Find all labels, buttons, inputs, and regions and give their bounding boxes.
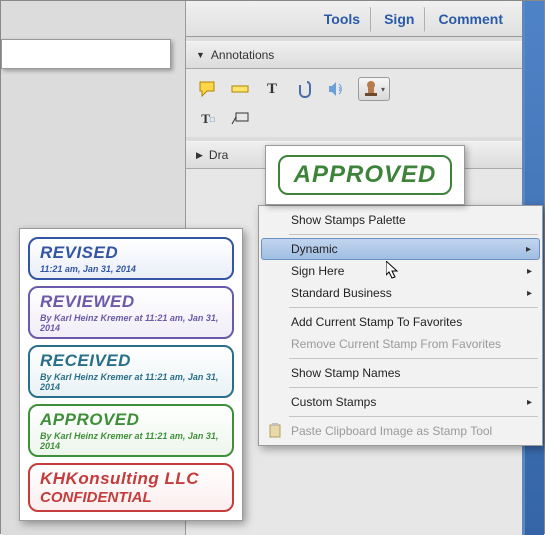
stamp-icon: [363, 80, 379, 98]
stamp-meta: By Karl Heinz Kremer at 11:21 am, Jan 31…: [40, 431, 222, 451]
chevron-down-icon: ▼: [196, 50, 205, 60]
audio-icon[interactable]: [326, 79, 346, 99]
tab-sign[interactable]: Sign: [373, 6, 425, 32]
stamp-meta: 11:21 am, Jan 31, 2014: [40, 264, 222, 274]
stamp-meta: By Karl Heinz Kremer at 11:21 am, Jan 31…: [40, 372, 222, 392]
chevron-right-icon: ▶: [196, 150, 203, 161]
dropdown-arrow-icon: ▾: [381, 85, 385, 94]
stamp-title: RECEIVED: [40, 351, 222, 371]
tab-comment[interactable]: Comment: [427, 6, 514, 32]
document-page: [1, 39, 171, 69]
menu-show-names[interactable]: Show Stamp Names: [261, 362, 540, 384]
menu-paste-clipboard: Paste Clipboard Image as Stamp Tool: [261, 420, 540, 442]
stamp-approved[interactable]: APPROVED By Karl Heinz Kremer at 11:21 a…: [28, 404, 234, 457]
text-callout-icon[interactable]: [230, 109, 250, 129]
stamp-title: KHKonsulting LLC: [40, 469, 222, 489]
section-title: Annotations: [211, 48, 274, 62]
stamp-title: REVIEWED: [40, 292, 222, 312]
highlight-icon[interactable]: [230, 79, 250, 99]
text-box-icon[interactable]: T□: [198, 109, 218, 129]
dynamic-stamps-submenu: REVISED 11:21 am, Jan 31, 2014 REVIEWED …: [19, 228, 243, 521]
menu-sign-here[interactable]: Sign Here: [261, 260, 540, 282]
stamp-meta: By Karl Heinz Kremer at 11:21 am, Jan 31…: [40, 313, 222, 333]
stamp-confidential[interactable]: KHKonsulting LLC CONFIDENTIAL: [28, 463, 234, 512]
menu-custom-stamps[interactable]: Custom Stamps: [261, 391, 540, 413]
stamp-title: APPROVED: [40, 410, 222, 430]
menu-standard-business[interactable]: Standard Business: [261, 282, 540, 304]
stamp-dropdown-menu: Show Stamps Palette Dynamic Sign Here St…: [258, 205, 543, 446]
approved-stamp-preview: APPROVED: [278, 155, 453, 195]
stamp-received[interactable]: RECEIVED By Karl Heinz Kremer at 11:21 a…: [28, 345, 234, 398]
pane-tabs: Tools Sign Comment: [186, 1, 522, 37]
annotation-tools-row1: T ▾: [186, 69, 522, 109]
menu-paste-label: Paste Clipboard Image as Stamp Tool: [291, 424, 492, 438]
stamp-meta: CONFIDENTIAL: [40, 489, 222, 506]
menu-dynamic[interactable]: Dynamic: [261, 238, 540, 260]
stamp-title: REVISED: [40, 243, 222, 263]
attach-file-icon[interactable]: [294, 79, 314, 99]
stamp-tool-button[interactable]: ▾: [358, 77, 390, 101]
tab-tools[interactable]: Tools: [313, 6, 371, 32]
stamp-preview-flyout: APPROVED: [265, 145, 465, 205]
section-annotations[interactable]: ▼ Annotations: [186, 41, 522, 69]
stamp-revised[interactable]: REVISED 11:21 am, Jan 31, 2014: [28, 237, 234, 280]
menu-show-palette[interactable]: Show Stamps Palette: [261, 209, 540, 231]
section-title: Dra: [209, 148, 228, 162]
clipboard-icon: [267, 423, 283, 439]
annotation-tools-row2: T□: [186, 109, 522, 137]
menu-remove-favorite: Remove Current Stamp From Favorites: [261, 333, 540, 355]
text-tool-icon[interactable]: T: [262, 79, 282, 99]
sticky-note-icon[interactable]: [198, 79, 218, 99]
stamp-reviewed[interactable]: REVIEWED By Karl Heinz Kremer at 11:21 a…: [28, 286, 234, 339]
menu-add-favorite[interactable]: Add Current Stamp To Favorites: [261, 311, 540, 333]
